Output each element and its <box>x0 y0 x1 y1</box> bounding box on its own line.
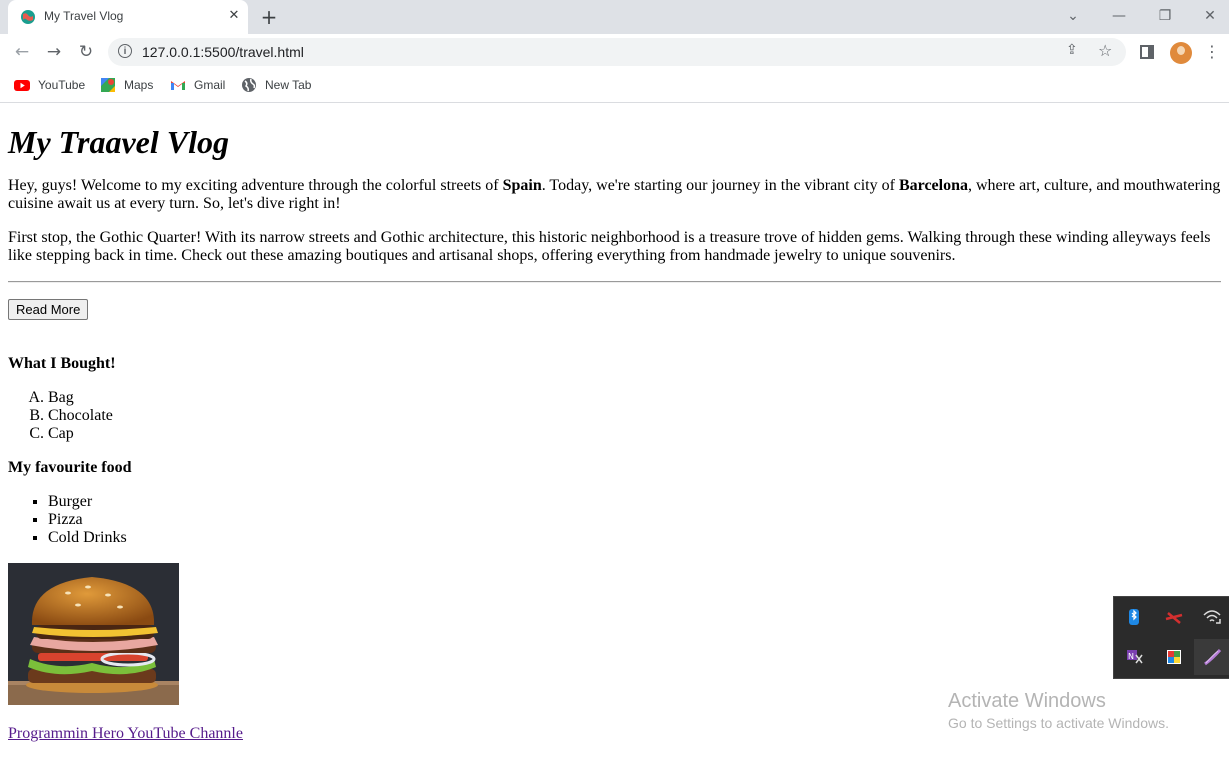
bluetooth-icon[interactable] <box>1116 599 1152 635</box>
url-text[interactable]: 127.0.0.1:5500/travel.html <box>142 44 304 60</box>
activate-windows-watermark: Activate Windows Go to Settings to activ… <box>948 689 1169 733</box>
minimize-button[interactable]: — <box>1104 6 1134 26</box>
burger-image <box>8 563 179 705</box>
new-tab-button[interactable]: + <box>258 6 280 28</box>
back-button[interactable]: ← <box>10 40 34 64</box>
tab-title: My Travel Vlog <box>44 9 124 23</box>
svg-text:N: N <box>1128 652 1134 661</box>
list-item: Chocolate <box>48 407 1221 425</box>
pen-icon[interactable] <box>1194 639 1229 675</box>
bookmark-gmail[interactable]: Gmail <box>170 76 225 96</box>
watermark-title: Activate Windows <box>948 690 1106 712</box>
bookmark-maps[interactable]: Maps <box>100 76 153 96</box>
divider <box>8 281 1221 283</box>
tab-close-icon[interactable]: ✕ <box>226 8 242 24</box>
bookmark-new-tab[interactable]: New Tab <box>241 76 311 96</box>
bookmarks-bar: YouTube Maps Gmail New Tab <box>0 70 1229 103</box>
barcelona-bold: Barcelona <box>898 177 968 194</box>
youtube-channel-link[interactable]: Programmin Hero YouTube Channle <box>8 725 243 743</box>
tab-travel-vlog[interactable]: My Travel Vlog ✕ <box>8 0 248 34</box>
chrome-menu-icon[interactable]: ⋮ <box>1204 40 1220 64</box>
intro-paragraph: Hey, guys! Welcome to my exciting advent… <box>8 177 1221 212</box>
restore-button[interactable]: ❐ <box>1150 6 1180 26</box>
wifi-icon[interactable] <box>1194 599 1229 635</box>
gmail-icon <box>171 80 185 90</box>
food-heading: My favourite food <box>8 459 132 476</box>
read-more-button[interactable]: Read More <box>8 299 89 320</box>
globe-favicon-icon <box>21 10 35 24</box>
list-item: Cap <box>48 425 1221 443</box>
bought-list: Bag Chocolate Cap <box>8 389 1221 443</box>
list-item: Burger <box>48 493 1221 511</box>
list-item: Cold Drinks <box>48 529 1221 547</box>
list-item: Pizza <box>48 511 1221 529</box>
bookmark-star-icon[interactable]: ☆ <box>1098 41 1112 60</box>
maps-icon <box>101 77 115 92</box>
system-tray-overflow: N <box>1113 596 1229 679</box>
color-picker-icon[interactable] <box>1156 639 1192 675</box>
page-content: My Traavel Vlog Hey, guys! Welcome to my… <box>8 103 1221 743</box>
onenote-clip-icon[interactable]: N <box>1116 639 1152 675</box>
watermark-subtitle: Go to Settings to activate Windows. <box>948 715 1169 731</box>
spain-bold: Spain <box>502 177 542 194</box>
profile-avatar[interactable] <box>1170 42 1192 64</box>
page-title: My Traavel Vlog <box>8 124 229 160</box>
browser-toolbar: ← → ↻ i 127.0.0.1:5500/travel.html ⇪ ☆ ⋮ <box>0 34 1229 70</box>
food-list: Burger Pizza Cold Drinks <box>8 493 1221 547</box>
address-bar[interactable]: i 127.0.0.1:5500/travel.html ⇪ ☆ <box>108 38 1126 66</box>
list-item: Bag <box>48 389 1221 407</box>
youtube-icon <box>14 79 30 91</box>
tab-search-icon[interactable]: ⌄ <box>1058 6 1088 26</box>
globe-icon <box>242 77 256 92</box>
side-panel-icon[interactable] <box>1140 45 1154 59</box>
network-error-icon[interactable] <box>1156 599 1192 635</box>
share-icon[interactable]: ⇪ <box>1066 42 1078 58</box>
bookmark-youtube[interactable]: YouTube <box>14 76 85 96</box>
tab-strip: My Travel Vlog ✕ + ⌄ — ❐ ✕ <box>0 0 1229 34</box>
close-window-button[interactable]: ✕ <box>1195 6 1225 26</box>
bought-heading: What I Bought! <box>8 355 116 372</box>
reload-button[interactable]: ↻ <box>74 40 98 64</box>
forward-button[interactable]: → <box>42 40 66 64</box>
gothic-quarter-paragraph: First stop, the Gothic Quarter! With its… <box>8 229 1211 264</box>
site-info-icon[interactable]: i <box>118 44 132 58</box>
